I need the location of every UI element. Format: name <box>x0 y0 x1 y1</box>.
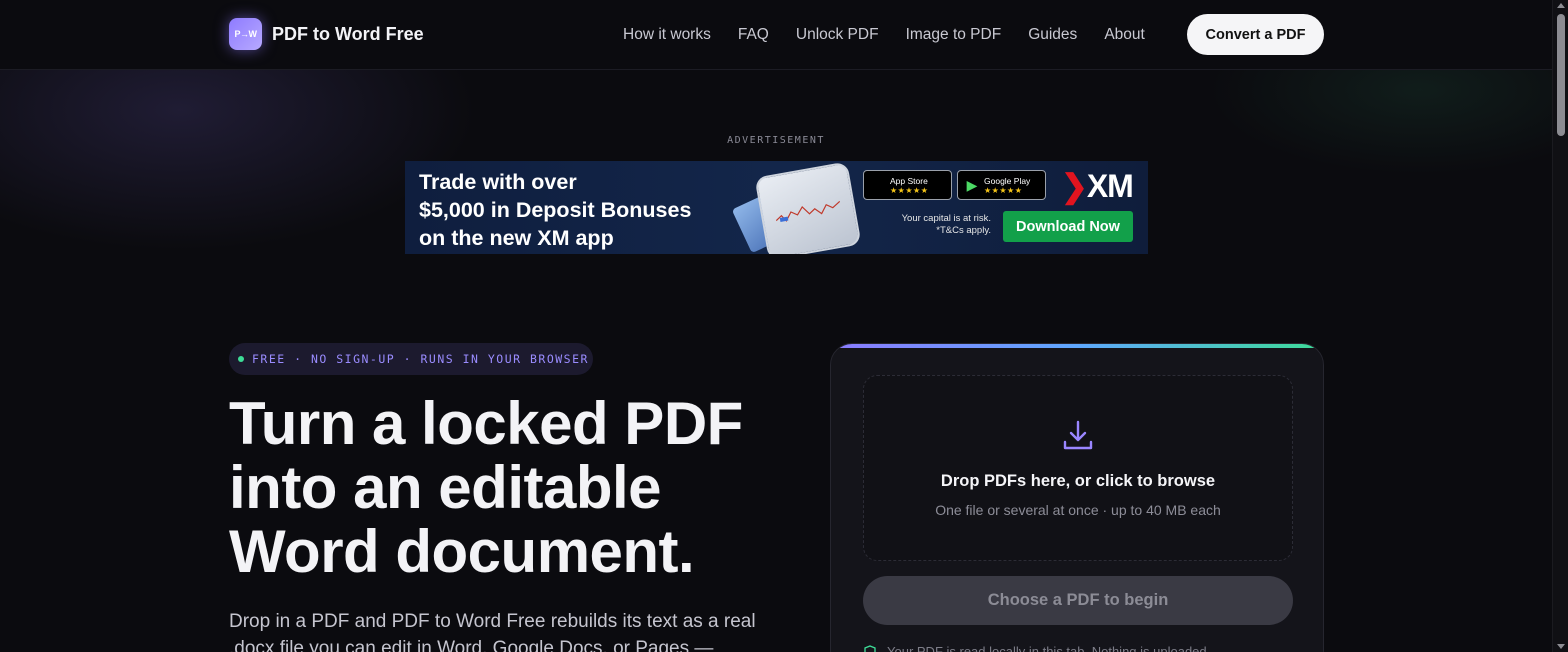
logo-link[interactable]: P→W PDF to Word Free <box>229 18 424 50</box>
upload-card: Drop PDFs here, or click to browse One f… <box>830 343 1324 652</box>
chart-graphic <box>775 200 841 222</box>
xm-logo: ❯XM <box>1061 168 1134 204</box>
convert-pdf-button[interactable]: Convert a PDF <box>1187 14 1324 55</box>
app-store-stars: ★★★★★ <box>890 185 929 195</box>
app-store-label: App Store <box>890 175 928 186</box>
ad-banner[interactable]: Trade with over $5,000 in Deposit Bonuse… <box>405 161 1148 254</box>
google-play-icon: ▶ <box>966 176 978 193</box>
nav-how-it-works[interactable]: How it works <box>623 25 711 45</box>
risk-line: *T&Cs apply. <box>936 225 991 236</box>
nav-faq[interactable]: FAQ <box>738 25 769 45</box>
hero-title: Turn a locked PDF into an editable Word … <box>229 392 809 584</box>
nav-unlock-pdf[interactable]: Unlock PDF <box>796 25 879 45</box>
phone-graphic <box>754 161 862 254</box>
shield-icon <box>864 644 876 652</box>
privacy-note: Your PDF is read locally in this tab. No… <box>863 644 1210 652</box>
dropzone-title: Drop PDFs here, or click to browse <box>940 472 1216 490</box>
ad-headline-line: $5,000 in Deposit Bonuses <box>419 198 692 222</box>
choose-pdf-button[interactable]: Choose a PDF to begin <box>863 576 1293 625</box>
google-play-label: Google Play <box>984 175 1031 186</box>
xm-brand: XM <box>1086 168 1134 204</box>
logo-text: PDF to Word Free <box>272 23 424 44</box>
nav-guides[interactable]: Guides <box>1028 25 1077 45</box>
hero-subtitle: Drop in a PDF and PDF to Word Free rebui… <box>229 611 756 652</box>
download-icon <box>1063 420 1093 450</box>
google-play-badge[interactable]: ▶ Google Play ★★★★★ <box>957 170 1046 200</box>
logo-mark: P→W <box>229 18 262 50</box>
feature-pill: FREE · NO SIGN-UP · RUNS IN YOUR BROWSER <box>229 343 593 375</box>
scroll-thumb[interactable] <box>1557 14 1565 136</box>
ad-headline: Trade with over $5,000 in Deposit Bonuse… <box>419 168 749 252</box>
page-scrollbar[interactable] <box>1552 0 1568 652</box>
app-store-badge[interactable]: App Store ★★★★★ <box>863 170 952 200</box>
risk-line: Your capital is at risk. <box>901 213 991 224</box>
hero-title-line: Turn a locked PDF <box>229 390 743 457</box>
site-header: P→W PDF to Word Free How it works FAQ Un… <box>0 0 1552 70</box>
ad-download-button[interactable]: Download Now <box>1003 211 1133 242</box>
hero-title-line: Word document. <box>229 518 695 585</box>
nav-image-to-pdf[interactable]: Image to PDF <box>906 25 1002 45</box>
google-play-stars: ★★★★★ <box>984 185 1023 195</box>
ad-headline-line: Trade with over <box>419 170 577 194</box>
status-dot-icon <box>238 356 244 362</box>
risk-disclaimer: Your capital is at risk. *T&Cs apply. <box>875 213 991 237</box>
feature-pill-text: FREE · NO SIGN-UP · RUNS IN YOUR BROWSER <box>252 352 589 366</box>
hero-title-line: into an editable <box>229 454 662 521</box>
ad-label: ADVERTISEMENT <box>727 135 825 146</box>
main-nav: How it works FAQ Unlock PDF Image to PDF… <box>623 25 1145 45</box>
ad-headline-line: on the new XM app <box>419 226 614 250</box>
card-accent-bar <box>831 344 1323 348</box>
scroll-down-arrow-icon[interactable] <box>1557 644 1565 649</box>
nav-about[interactable]: About <box>1104 25 1145 45</box>
privacy-text: Your PDF is read locally in this tab. No… <box>887 644 1211 652</box>
dropzone-subtitle: One file or several at once · up to 40 M… <box>935 502 1221 518</box>
pdf-dropzone[interactable]: Drop PDFs here, or click to browse One f… <box>863 375 1293 561</box>
scroll-up-arrow-icon[interactable] <box>1557 3 1565 8</box>
